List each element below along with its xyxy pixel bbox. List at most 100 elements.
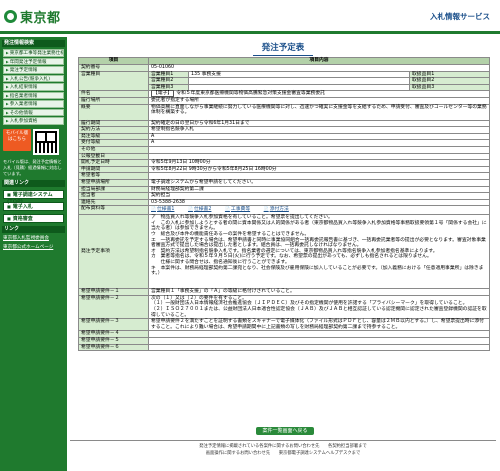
sidebar-item-announcement[interactable]: 入札公告(競争入札) <box>3 74 64 82</box>
sub-label: 営業種目1 <box>149 71 189 78</box>
row-value: 契約確定の日の翌日から令和6年1月31日まで <box>148 119 490 128</box>
row-value <box>148 343 490 352</box>
e-procurement-top-button[interactable]: 電子調達システム(TOP) <box>3 189 64 205</box>
row-value: 05-01060 <box>148 64 490 72</box>
table-row: 担当局部課 財務局経理部契約第二課 <box>78 185 490 194</box>
table-row: 担当者 契約担当 <box>78 192 490 200</box>
footer-contact-helpdesk: 画面操作に関するお問い合わせ先 東京都電子調達システムヘルプデスクまで <box>205 450 361 456</box>
row-label: 希望申請要件－６ <box>78 343 149 352</box>
table-row: 発注予定事項 ア 物品買入れ等競争入札参加資格を有していること。希望票を提出して… <box>78 214 490 290</box>
mobile-version-button[interactable]: モバイル版 はこちら <box>3 128 31 151</box>
sidebar-item-annual-plan[interactable]: 年間発注予定情報 <box>3 57 64 65</box>
sub-value: 135 事務支援 <box>191 71 221 77</box>
table-row: 履行場所 委託者が指定する場所 <box>78 96 490 105</box>
row-label: 件名 <box>78 90 149 98</box>
sub-label: 取扱品目2 <box>409 78 489 84</box>
row-label: 概要 <box>78 103 149 121</box>
sidebar: 発注情報検索 東京都工事等発注業務仕様書 年間発注予定情報 発注予定情報 入札公… <box>0 37 67 471</box>
row-label: 契約番号 <box>78 64 149 72</box>
sidebar-item-participants[interactable]: 参入業者情報 <box>3 100 64 108</box>
qualification-review-button[interactable]: 資格審査 <box>3 213 64 223</box>
e-bidding-button[interactable]: 電子入札 <box>3 201 64 211</box>
table-row: 履行期間 契約確定の日の翌日から令和6年1月31日まで <box>78 119 490 128</box>
table-row: その他 <box>78 145 490 154</box>
table-row: 希望者等 <box>78 172 490 180</box>
row-value: 令和5年8月22日 9時30分から令和5年8月25日 16時00分 <box>148 165 490 174</box>
sub-label: 取扱品目1 <box>409 71 489 78</box>
table-row: 連絡先 03-5388-2638 <box>78 198 490 207</box>
sub-label: 取扱品目3 <box>409 84 489 91</box>
mobile-note: モバイル版は、発注予定情報と入札（見積）経過情報に対応しています。 <box>3 158 62 176</box>
row-label: 希望申請場所 <box>78 178 149 187</box>
row-label: 発注等級 <box>78 132 149 141</box>
page-footer: 発注予定情報に掲載されている各案件に関するお問い合わせ先 各契約担当部署まで 画… <box>70 440 496 457</box>
link-monitoring-committee[interactable]: 東京都入札監視委員会 <box>3 235 64 243</box>
sub-label: 営業種目2 <box>149 78 189 84</box>
page-header: 東京都 入札情報サービス <box>0 0 500 34</box>
col-header-item: 項目 <box>78 57 149 65</box>
attachment-link[interactable]: 工事費等 <box>225 207 250 212</box>
sidebar-item-nominees[interactable]: 指名業者情報 <box>3 91 64 99</box>
sub-value <box>189 85 409 91</box>
qr-code-icon <box>33 128 59 155</box>
attachment-link[interactable]: 添付方法 <box>264 207 289 212</box>
row-label: 発注予定事項 <box>78 214 149 290</box>
sidebar-heading-search: 発注情報検索 <box>2 40 65 47</box>
attachment-link[interactable]: 仕様書2 <box>188 207 211 212</box>
sidebar-heading-related: 関連リンク <box>2 179 65 187</box>
sidebar-heading-links: リンク <box>2 225 65 233</box>
row-value <box>148 145 490 154</box>
row-value: 仕様書1 仕様書2 工事費等 添付方法 <box>148 205 490 216</box>
row-value <box>148 152 490 161</box>
table-row: 件名 【電子】 令和５年度東京都医療機関等物価高騰緊急対策支援金審査等業務委託 <box>78 90 490 98</box>
row-value: 次の（１）又は（２）の要件を有すること。 （１）一般財団法人日本情報経済社会推進… <box>148 294 490 320</box>
table-row: 発注等級 A <box>78 132 490 141</box>
main-content: 発注予定表 項目 項目内容 契約番号 05-01060 営業種目 営業種目1 1… <box>70 37 496 471</box>
row-label: 希望申請要件－５ <box>78 337 149 345</box>
row-label: 申請期間 <box>78 165 149 174</box>
sidebar-item-results[interactable]: 入札結果情報 <box>3 83 64 91</box>
sidebar-item-spec[interactable]: 東京都工事等発注業務仕様書 <box>3 49 64 57</box>
row-value: 電子調達システムから希望申請をしてください。 <box>148 178 490 187</box>
tokyo-emblem-icon <box>4 9 17 23</box>
table-row: 配布資料等 仕様書1 仕様書2 工事費等 添付方法 <box>78 205 490 216</box>
row-value: A <box>148 132 490 141</box>
table-row: 希望申請要件－４ <box>78 330 490 339</box>
row-label: 担当局部課 <box>78 185 149 194</box>
table-row: 開札予定日時 令和5年9月13日 10時00分 <box>78 159 490 167</box>
row-label: 希望申請要件－１ <box>78 288 149 296</box>
table-row: 受付等級 A <box>78 139 490 147</box>
system-title: 入札情報サービス <box>430 12 490 21</box>
table-row: 概要 物価高騰に直面しながら事業継続に努力している医療機関等に対し、迅速かつ確実… <box>78 103 490 121</box>
row-value: 令和5年9月13日 10時00分 <box>148 159 490 167</box>
attachment-link[interactable]: 仕様書1 <box>151 207 174 212</box>
mobile-section: モバイル版 はこちら <box>3 128 64 155</box>
row-label: 営業種目 <box>78 70 149 92</box>
table-row: 希望申請要件－２ 次の（１）又は（２）の要件を有すること。 （１）一般財団法人日… <box>78 294 490 320</box>
row-label: 連絡先 <box>78 198 149 207</box>
table-row: 営業種目 営業種目1 135 事務支援 取扱品目1 営業種目2 取扱品目2 営業… <box>78 70 490 92</box>
sidebar-item-qualification[interactable]: 入札参加資格 <box>3 117 64 125</box>
row-value: 【電子】 令和５年度東京都医療機関等物価高騰緊急対策支援金審査等業務委託 <box>148 90 490 98</box>
row-value: 営業種目１「事務支援」の「Ａ」の等級に格付けされていること。 <box>148 288 490 296</box>
table-row: 希望申請場所 電子調達システムから希望申請をしてください。 <box>78 178 490 187</box>
row-label: 公報登載日 <box>78 152 149 161</box>
table-row: 公報登載日 <box>78 152 490 161</box>
back-to-list-button[interactable]: 案件一覧画面へ戻る <box>256 427 314 435</box>
row-label: その他 <box>78 145 149 154</box>
table-row: 希望申請要件－６ <box>78 343 490 352</box>
row-value <box>148 172 490 180</box>
col-header-content: 項目内容 <box>148 57 490 65</box>
row-value <box>148 337 490 345</box>
row-value: 物価高騰に直面しながら事業継続に努力している医療機関等に対し、迅速かつ確実に支援… <box>148 103 490 121</box>
row-label: 希望申請要件－２ <box>78 294 149 320</box>
row-label: 開札予定日時 <box>78 159 149 167</box>
page-title: 発注予定表 <box>70 41 496 56</box>
row-value: 希望制指名競争入札 <box>148 126 490 134</box>
sidebar-item-order-plan[interactable]: 発注予定情報 <box>3 66 64 74</box>
sidebar-item-other[interactable]: その他情報 <box>3 108 64 116</box>
row-value: 契約担当 <box>148 192 490 200</box>
tokyo-logo[interactable]: 東京都 <box>4 7 61 26</box>
sub-value <box>189 78 409 84</box>
link-official-homepage[interactable]: 東京都公式ホームページ <box>3 244 64 252</box>
